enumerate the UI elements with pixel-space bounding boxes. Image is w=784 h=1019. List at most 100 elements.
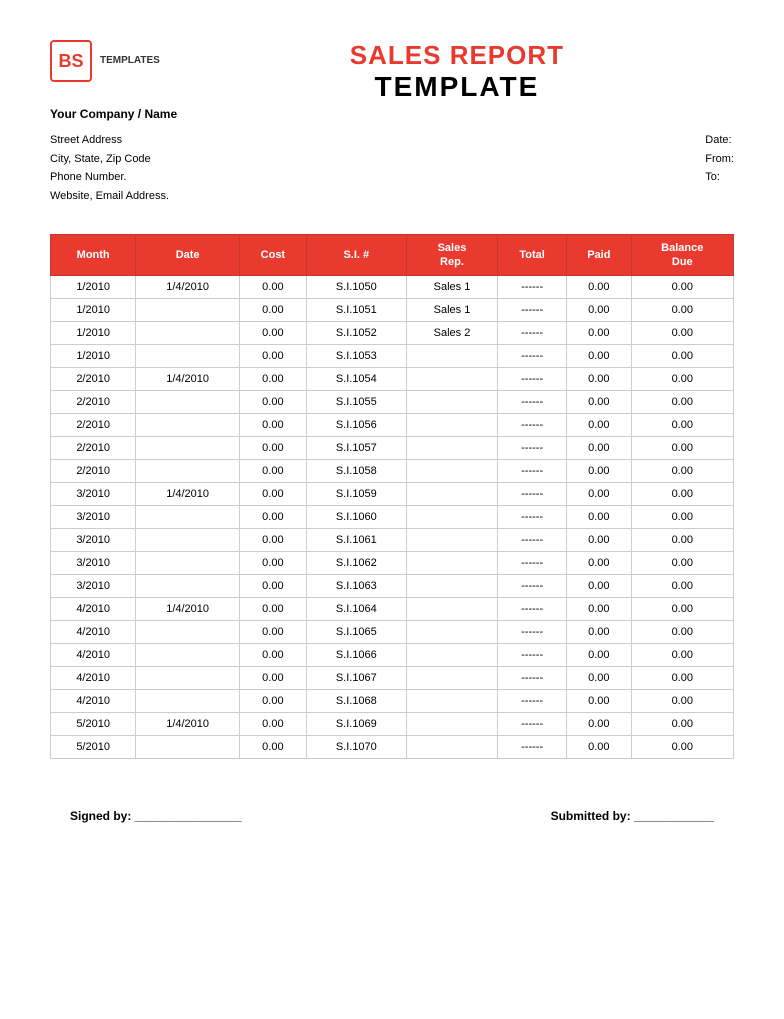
table-cell: ------ [498, 621, 567, 644]
table-cell: ------ [498, 345, 567, 368]
table-cell: 0.00 [567, 506, 631, 529]
table-cell: 0.00 [631, 345, 733, 368]
table-cell [406, 552, 497, 575]
table-wrapper: Month Date Cost S.I. # SalesRep. Total P… [50, 234, 734, 760]
table-cell: 0.00 [567, 299, 631, 322]
table-cell: 3/2010 [51, 506, 136, 529]
table-cell: 0.00 [567, 414, 631, 437]
col-month: Month [51, 234, 136, 276]
table-cell: 0.00 [239, 690, 306, 713]
table-cell [406, 621, 497, 644]
table-cell: 0.00 [239, 437, 306, 460]
table-cell [136, 667, 240, 690]
table-cell: ------ [498, 598, 567, 621]
date-label: Date: [705, 131, 734, 150]
table-cell [136, 506, 240, 529]
table-cell: 2/2010 [51, 437, 136, 460]
footer: Signed by: ________________ Submitted by… [50, 809, 734, 823]
table-cell: S.I.1056 [306, 414, 406, 437]
table-cell: S.I.1060 [306, 506, 406, 529]
table-cell: 3/2010 [51, 529, 136, 552]
table-cell: 0.00 [567, 437, 631, 460]
table-cell: ------ [498, 368, 567, 391]
table-cell: 1/4/2010 [136, 713, 240, 736]
col-total: Total [498, 234, 567, 276]
table-cell: S.I.1059 [306, 483, 406, 506]
table-row: 2/20100.00S.I.1058------0.000.00 [51, 460, 734, 483]
table-row: 4/20100.00S.I.1065------0.000.00 [51, 621, 734, 644]
table-row: 3/20101/4/20100.00S.I.1059------0.000.00 [51, 483, 734, 506]
to-label: To: [705, 168, 734, 187]
sales-table: Month Date Cost S.I. # SalesRep. Total P… [50, 234, 734, 760]
table-cell [406, 644, 497, 667]
table-cell: 0.00 [239, 368, 306, 391]
address-left: Street Address City, State, Zip Code Pho… [50, 131, 169, 206]
table-cell: S.I.1055 [306, 391, 406, 414]
table-cell [406, 437, 497, 460]
table-cell [136, 690, 240, 713]
table-cell: S.I.1066 [306, 644, 406, 667]
table-cell: S.I.1069 [306, 713, 406, 736]
table-cell: ------ [498, 391, 567, 414]
table-cell: 0.00 [631, 667, 733, 690]
logo-area: BS TEMPLATES [50, 40, 160, 82]
table-row: 1/20101/4/20100.00S.I.1050Sales 1------0… [51, 276, 734, 299]
table-cell [406, 736, 497, 759]
table-cell: 0.00 [567, 713, 631, 736]
phone-number: Phone Number. [50, 168, 169, 187]
table-row: 3/20100.00S.I.1060------0.000.00 [51, 506, 734, 529]
table-cell: 0.00 [631, 552, 733, 575]
table-cell: S.I.1065 [306, 621, 406, 644]
table-cell: ------ [498, 322, 567, 345]
table-cell: 0.00 [239, 322, 306, 345]
table-cell [406, 414, 497, 437]
table-cell: 0.00 [567, 368, 631, 391]
table-header-row: Month Date Cost S.I. # SalesRep. Total P… [51, 234, 734, 276]
table-cell: 3/2010 [51, 483, 136, 506]
table-row: 2/20100.00S.I.1057------0.000.00 [51, 437, 734, 460]
table-cell: 0.00 [631, 483, 733, 506]
table-cell: 2/2010 [51, 368, 136, 391]
table-cell [406, 460, 497, 483]
title-area: SALES REPORT TEMPLATE [160, 40, 734, 103]
table-cell: 1/2010 [51, 276, 136, 299]
table-cell: 1/4/2010 [136, 598, 240, 621]
table-cell: 0.00 [239, 552, 306, 575]
table-cell [406, 368, 497, 391]
address-section: Street Address City, State, Zip Code Pho… [50, 131, 734, 206]
table-cell: 1/4/2010 [136, 483, 240, 506]
table-cell: 0.00 [239, 713, 306, 736]
table-cell: 0.00 [631, 644, 733, 667]
table-cell: 0.00 [567, 667, 631, 690]
table-cell [136, 575, 240, 598]
table-cell: 0.00 [239, 460, 306, 483]
table-cell: S.I.1064 [306, 598, 406, 621]
table-cell: 0.00 [631, 575, 733, 598]
website-email: Website, Email Address. [50, 187, 169, 206]
table-cell: 0.00 [239, 506, 306, 529]
table-cell: 0.00 [567, 483, 631, 506]
street-address: Street Address [50, 131, 169, 150]
table-cell [136, 322, 240, 345]
table-cell: 3/2010 [51, 575, 136, 598]
col-sales-rep: SalesRep. [406, 234, 497, 276]
table-cell: 1/2010 [51, 345, 136, 368]
table-cell: 0.00 [239, 575, 306, 598]
table-cell: ------ [498, 299, 567, 322]
table-cell: 4/2010 [51, 667, 136, 690]
table-row: 5/20101/4/20100.00S.I.1069------0.000.00 [51, 713, 734, 736]
table-cell: 0.00 [567, 621, 631, 644]
table-cell: 0.00 [567, 575, 631, 598]
table-row: 2/20100.00S.I.1056------0.000.00 [51, 414, 734, 437]
table-cell: ------ [498, 460, 567, 483]
submitted-by: Submitted by: ____________ [551, 809, 714, 823]
table-cell: 2/2010 [51, 460, 136, 483]
table-cell: 0.00 [631, 506, 733, 529]
table-cell: S.I.1052 [306, 322, 406, 345]
table-cell: 0.00 [567, 322, 631, 345]
col-date: Date [136, 234, 240, 276]
table-cell [406, 598, 497, 621]
table-cell [136, 529, 240, 552]
table-cell: S.I.1062 [306, 552, 406, 575]
table-cell: 0.00 [567, 276, 631, 299]
